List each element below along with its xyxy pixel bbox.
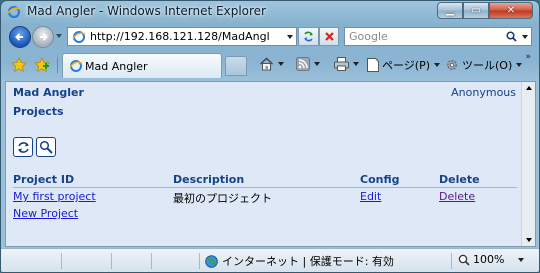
search-input[interactable]: Google bbox=[349, 30, 388, 43]
address-dropdown[interactable] bbox=[287, 35, 293, 39]
app-title: Mad Angler bbox=[13, 86, 84, 99]
close-button[interactable]: ✕ bbox=[489, 2, 533, 19]
tab-label: Mad Angler bbox=[85, 60, 148, 73]
project-description: 最初のプロジェクト bbox=[173, 192, 272, 205]
user-name: Anonymous bbox=[451, 86, 516, 99]
home-dropdown-icon bbox=[278, 62, 284, 66]
feeds-button[interactable] bbox=[296, 57, 320, 71]
recent-pages-dropdown[interactable] bbox=[56, 34, 62, 38]
zoom-control[interactable]: 100% bbox=[458, 253, 525, 266]
minimize-button[interactable]: ▁ bbox=[437, 2, 463, 19]
status-divider bbox=[151, 253, 152, 269]
column-header-project-id: Project ID bbox=[13, 173, 75, 186]
search-icon[interactable] bbox=[506, 31, 517, 42]
reload-projects-button[interactable] bbox=[13, 137, 33, 157]
home-icon bbox=[260, 57, 273, 71]
url-text[interactable]: http://192.168.121.128/MadAngler/#%3C bbox=[90, 30, 270, 43]
new-project-link[interactable]: New Project bbox=[13, 207, 78, 220]
maximize-icon: ▭ bbox=[471, 5, 481, 16]
ie-page-icon bbox=[69, 60, 83, 72]
column-header-delete: Delete bbox=[439, 173, 480, 186]
rss-feed-icon bbox=[296, 57, 310, 71]
page-dropdown-icon bbox=[434, 63, 440, 67]
status-divider bbox=[199, 253, 200, 269]
status-divider bbox=[451, 253, 452, 269]
status-bar: インターネット | 保護モード: 有効 100% bbox=[1, 248, 539, 272]
home-button[interactable] bbox=[259, 57, 284, 71]
page-menu-icon bbox=[367, 58, 379, 72]
print-dropdown-icon bbox=[353, 62, 359, 66]
search-box[interactable]: Google bbox=[344, 27, 532, 46]
search-projects-button[interactable] bbox=[36, 137, 56, 157]
magnifier-icon bbox=[39, 140, 53, 154]
security-zone-label: インターネット | 保護モード: 有効 bbox=[222, 255, 394, 268]
page-menu-label: ページ(P) bbox=[382, 59, 430, 72]
vertical-scrollbar[interactable] bbox=[521, 82, 535, 246]
refresh-icon bbox=[17, 141, 29, 153]
toolbar-overflow-chevron-icon[interactable]: » bbox=[525, 52, 531, 62]
stop-button[interactable] bbox=[319, 27, 339, 46]
window-controls: ▁ ▭ ✕ bbox=[437, 2, 533, 19]
section-title: Projects bbox=[13, 105, 64, 118]
tools-dropdown-icon bbox=[516, 63, 523, 67]
maximize-button[interactable]: ▭ bbox=[463, 2, 489, 19]
stop-icon bbox=[324, 32, 334, 41]
globe-icon bbox=[205, 254, 218, 268]
feeds-dropdown-icon bbox=[314, 62, 320, 66]
tools-menu-label: ツール(O) bbox=[462, 59, 513, 72]
refresh-button[interactable] bbox=[298, 27, 319, 46]
arrow-right-icon bbox=[40, 33, 48, 41]
tab-mad-angler[interactable]: Mad Angler bbox=[62, 53, 222, 78]
title-bar: Mad Angler - Windows Internet Explorer ▁… bbox=[1, 1, 539, 23]
project-link[interactable]: My first project bbox=[13, 190, 96, 203]
scroll-down-arrow-icon[interactable] bbox=[526, 238, 532, 242]
favorites-star-icon[interactable] bbox=[11, 57, 27, 73]
new-tab-button[interactable] bbox=[225, 56, 247, 76]
zoom-dropdown-icon bbox=[518, 257, 525, 262]
page-icon bbox=[72, 31, 86, 43]
status-divider bbox=[111, 253, 112, 269]
forward-button[interactable] bbox=[32, 26, 54, 48]
toolbar-separator bbox=[57, 57, 58, 73]
arrow-left-icon bbox=[15, 33, 23, 41]
print-icon bbox=[334, 57, 349, 71]
page-content: Mad Angler Anonymous Projects Project ID… bbox=[5, 81, 536, 247]
zoom-level: 100% bbox=[473, 253, 505, 266]
print-button[interactable] bbox=[334, 57, 359, 71]
status-divider bbox=[61, 253, 62, 269]
edit-config-link[interactable]: Edit bbox=[360, 190, 381, 203]
tools-menu[interactable]: ツール(O) bbox=[445, 57, 523, 73]
back-button[interactable] bbox=[9, 26, 31, 48]
minimize-icon: ▁ bbox=[446, 5, 454, 16]
scroll-up-arrow-icon[interactable] bbox=[526, 86, 532, 90]
search-provider-dropdown[interactable] bbox=[522, 35, 528, 39]
header-divider bbox=[13, 187, 517, 188]
zoom-icon bbox=[458, 254, 470, 266]
column-header-description: Description bbox=[173, 173, 245, 186]
page-menu[interactable]: ページ(P) bbox=[367, 57, 440, 73]
security-zone[interactable]: インターネット | 保護モード: 有効 bbox=[205, 253, 394, 269]
ie-logo-icon bbox=[7, 5, 21, 19]
refresh-icon bbox=[304, 31, 313, 42]
add-favorite-icon[interactable] bbox=[34, 57, 50, 73]
gear-icon bbox=[447, 60, 457, 70]
delete-project-link[interactable]: Delete bbox=[439, 190, 475, 203]
address-bar[interactable]: http://192.168.121.128/MadAngler/#%3C bbox=[67, 27, 297, 46]
close-icon: ✕ bbox=[506, 5, 516, 16]
browser-window: Mad Angler - Windows Internet Explorer ▁… bbox=[0, 0, 540, 273]
window-title: Mad Angler - Windows Internet Explorer bbox=[27, 4, 266, 18]
column-header-config: Config bbox=[360, 173, 400, 186]
